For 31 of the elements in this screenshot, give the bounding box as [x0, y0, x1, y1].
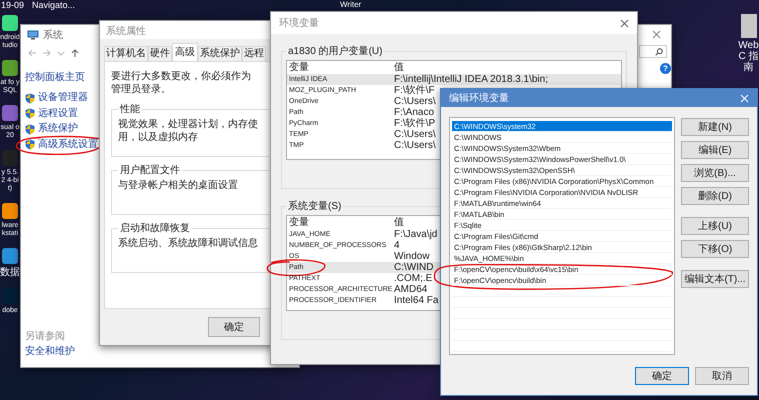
table-cell-text: Window — [393, 251, 430, 262]
group-description: 系统启动、系统故障和调试信息 — [118, 237, 259, 250]
group-title: 系统变量(S) — [287, 200, 342, 213]
group-title: a1830 的用户变量(U) — [287, 44, 384, 58]
table-cell-text: Intel64 Fa — [393, 295, 438, 306]
table-cell-text: F:\intellij\IntelliJ IDEA 2018.3.1\bin; — [393, 74, 548, 85]
table-cell-text: AMD64 — [393, 284, 428, 295]
section-heading: 另请参阅 — [25, 330, 66, 343]
group-description: 视觉效果，处理器计划，内存使用，以及虚拟内存 — [118, 118, 259, 144]
table-cell-text: F:\软件\P — [393, 118, 436, 129]
window-title: 系统属性 — [106, 26, 146, 37]
window-title: 编辑环境变量 — [449, 92, 509, 105]
group-title: 性能 — [118, 102, 141, 116]
desktop-label: Writer — [340, 0, 362, 9]
table-cell-text: F:\Anaco — [393, 107, 434, 118]
table-cell-text: F:\Java\jd — [393, 229, 438, 240]
table-cell-text: F:\软件\F — [393, 85, 435, 96]
table-cell-text: C:\Users\ — [393, 140, 436, 151]
group-title: 启动和故障恢复 — [119, 222, 191, 235]
notice-text: 要进行大多数更改，你必须作为管理员登录。 — [111, 70, 252, 96]
table-cell-text: C:\Users\ — [393, 129, 436, 140]
table-cell-text: C:\WIND — [393, 262, 434, 273]
table-cell-text: 4 — [393, 240, 400, 251]
desktop-label: Navigato... — [32, 0, 76, 10]
desktop-label: 19-09 — [1, 0, 24, 10]
table-cell-text: .COM;.E — [393, 273, 432, 284]
group-description: 与登录帐户相关的桌面设置 — [118, 179, 239, 192]
window-title: 系统 — [43, 28, 63, 42]
group-title: 用户配置文件 — [119, 164, 181, 177]
window-title: 环境变量 — [279, 16, 319, 30]
table-cell-text: C:\Users\ — [393, 96, 436, 107]
